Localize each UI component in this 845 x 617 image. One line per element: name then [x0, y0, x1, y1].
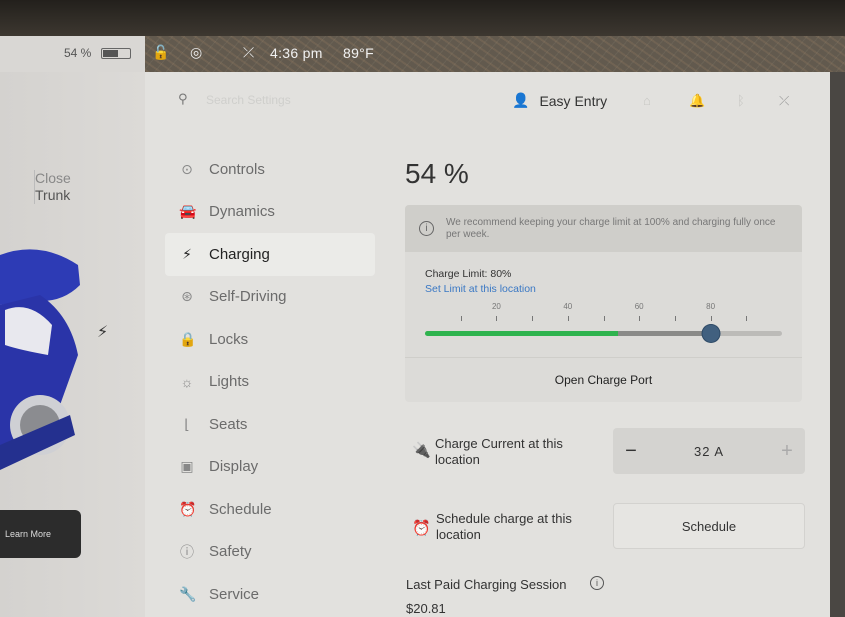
sun-icon: ☼	[180, 373, 194, 390]
person-icon: 👤	[512, 92, 530, 108]
slider-charge-fill	[425, 331, 618, 336]
info-icon: i	[419, 221, 434, 236]
toggle-icon: ⊙	[181, 160, 193, 177]
trunk-label-top: Close	[35, 170, 71, 186]
slider-limit-range	[617, 331, 711, 336]
nav-item-controls[interactable]: ⊙ Controls	[165, 148, 375, 191]
wrench-icon: 🔧	[179, 585, 197, 602]
lock-icon: 🔒	[179, 330, 197, 347]
nav-item-label: Locks	[209, 330, 249, 348]
profile-button[interactable]: 👤 Easy Entry	[512, 92, 607, 109]
charge-limit-label: Charge Limit: 80%	[425, 268, 512, 280]
slider-tick	[674, 316, 676, 321]
nav-item-label: Controls	[209, 160, 265, 178]
slider-tick-label: 60	[634, 302, 644, 311]
increase-current-button[interactable]: +	[769, 440, 805, 463]
nav-item-charging[interactable]: ⚡ Charging	[165, 233, 375, 276]
slider-knob[interactable]	[702, 325, 720, 342]
nav-item-label: Display	[209, 458, 259, 476]
search-input[interactable]	[206, 91, 386, 109]
slider-tick	[710, 316, 712, 321]
schedule-label-line2: location	[436, 527, 481, 542]
slider-tick-label: 40	[563, 302, 573, 311]
nav-item-locks[interactable]: 🔒 Locks	[165, 318, 375, 361]
bell-icon[interactable]: 🔔	[689, 93, 705, 109]
slider-tick	[496, 316, 498, 321]
slider-tick	[567, 316, 569, 321]
last-paid-amount: $20.81	[406, 601, 446, 616]
no-signal-header-icon[interactable]: ⤫	[779, 93, 789, 109]
bluetooth-icon[interactable]: ᛒ	[737, 93, 745, 108]
nav-item-label: Dynamics	[209, 203, 275, 221]
learn-more-button[interactable]: Learn More	[0, 510, 81, 558]
slider-tick	[603, 316, 605, 321]
nav-item-label: Charging	[209, 245, 270, 263]
alarm-clock-icon: ⏰	[412, 520, 431, 537]
alarm-icon: ⏰	[179, 500, 197, 517]
trunk-button[interactable]: Close Trunk	[34, 170, 71, 204]
nav-item-label: Lights	[209, 373, 250, 391]
charge-current-value: 32 A	[693, 443, 725, 459]
trunk-label-bottom: Trunk	[35, 187, 71, 203]
slider-tick	[639, 316, 641, 321]
no-signal-icon: ⤫	[243, 44, 255, 60]
nav-item-label: Service	[209, 585, 260, 603]
slider-tick	[532, 316, 534, 321]
charge-limit-card: i We recommend keeping your charge limit…	[405, 205, 802, 402]
sentry-icon[interactable]: ◎	[190, 44, 202, 61]
battery-icon	[101, 48, 131, 59]
nav-item-service[interactable]: 🔧 Service	[165, 573, 375, 616]
charging-bolt-icon: ⚡	[97, 324, 109, 341]
nav-item-display[interactable]: ▣ Display	[165, 446, 375, 489]
decrease-current-button[interactable]: −	[613, 440, 649, 463]
nav-item-seats[interactable]: ⌊ Seats	[165, 403, 375, 446]
last-paid-info-icon[interactable]: i	[590, 576, 604, 590]
car-image	[0, 249, 80, 470]
battery-percent: 54 %	[64, 46, 92, 60]
search-icon[interactable]: ⚲	[178, 91, 188, 107]
nav-item-self-driving[interactable]: ⊛ Self-Driving	[165, 276, 375, 319]
nav-item-dynamics[interactable]: 🚘 Dynamics	[165, 191, 375, 234]
schedule-label-line1: Schedule charge at this	[436, 511, 572, 526]
slider-tick	[746, 316, 748, 321]
notice-text: We recommend keeping your charge limit a…	[446, 216, 776, 240]
plug-icon: 🔌	[412, 442, 431, 459]
last-paid-label: Last Paid Charging Session	[406, 577, 567, 592]
charge-current-label-line2: location	[435, 452, 480, 467]
profile-name: Easy Entry	[539, 92, 608, 109]
nav-item-lights[interactable]: ☼ Lights	[165, 361, 375, 404]
nav-item-schedule[interactable]: ⏰ Schedule	[165, 488, 375, 531]
nav-item-label: Self-Driving	[209, 288, 287, 306]
open-charge-port-button[interactable]: Open Charge Port	[405, 358, 802, 402]
schedule-charge-label: Schedule charge at this location	[436, 511, 572, 543]
nav-item-label: Safety	[209, 543, 252, 561]
nav-item-label: Seats	[209, 415, 248, 433]
settings-nav: ⊙ Controls 🚘 Dynamics ⚡ Charging ⊛ Self-Driving…	[165, 148, 375, 616]
bolt-icon: ⚡	[182, 245, 192, 262]
warning-icon: ⓘ	[180, 543, 194, 560]
schedule-button[interactable]: Schedule	[613, 503, 805, 549]
charge-current-label: Charge Current at this location	[435, 436, 563, 468]
nav-item-label: Schedule	[209, 500, 272, 518]
set-limit-link[interactable]: Set Limit at this location	[425, 283, 536, 295]
car-icon: 🚘	[179, 203, 197, 220]
clock: 4:36 pm	[270, 45, 323, 61]
nav-item-safety[interactable]: ⓘ Safety	[165, 531, 375, 574]
display-icon: ▣	[180, 458, 194, 475]
screen-bezel	[830, 72, 845, 617]
seat-icon: ⌊	[184, 415, 190, 432]
charge-current-label-line1: Charge Current at this	[435, 436, 563, 451]
outside-temperature: 89°F	[343, 45, 374, 61]
home-icon[interactable]: ⌂	[643, 93, 651, 108]
slider-tick-label: 20	[491, 302, 501, 311]
slider-tick-label: 80	[706, 302, 716, 311]
battery-level: 54 %	[405, 158, 469, 189]
charge-notice: i We recommend keeping your charge limit…	[405, 205, 802, 252]
unlock-icon[interactable]: 🔓	[152, 44, 169, 61]
steering-wheel-icon: ⊛	[181, 288, 193, 305]
charge-current-stepper: − 32 A +	[613, 428, 805, 474]
charge-limit-slider[interactable]: 20 40 60 80	[425, 300, 782, 342]
slider-tick	[460, 316, 462, 321]
